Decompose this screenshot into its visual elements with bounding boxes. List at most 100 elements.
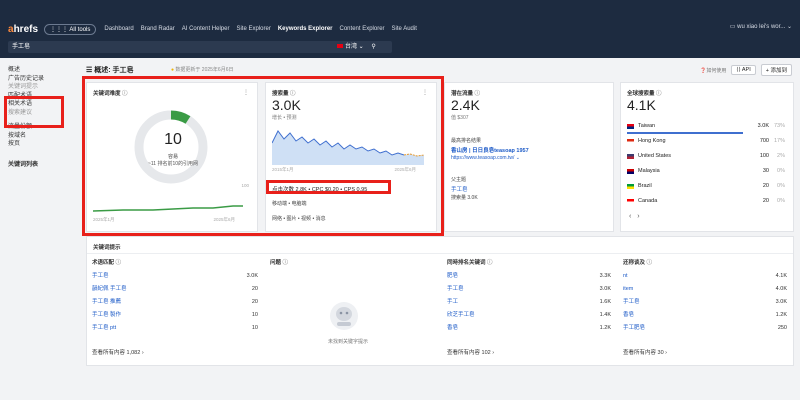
keyword-link[interactable]: item [623,283,633,295]
next-page-icon[interactable]: › [637,213,639,220]
keyword-row[interactable]: 肥皂 3.3K [447,270,611,282]
keyword-volume: 250 [777,325,787,331]
keyword-volume: 1.6K [599,299,611,305]
tp-top-site[interactable]: 香山房 | 日日良皂teasoap 1957 [451,146,529,154]
keyword-row[interactable]: 手工皂 ptt 10 [92,322,258,334]
keyword-link[interactable]: nt [623,270,628,282]
add-to-button[interactable]: + 添加到 [760,64,792,76]
questions-header: 问题 ⓘ [270,260,289,266]
sidebar-item-keyword-ideas[interactable]: 关键词提示 [8,83,80,92]
keyword-volume: 20 [251,299,258,305]
keyword-row[interactable]: nt 4.1K [623,270,787,282]
taiwan-flag-icon [337,44,343,48]
keyword-row[interactable]: 香皂 1.2K [447,322,611,334]
sidebar-item-keyword-lists[interactable]: 关键词列表 [8,161,80,170]
also-rank-more-link[interactable]: 查看所有内容 102 › [447,348,494,356]
ahrefs-logo[interactable]: ahrefs [8,24,38,35]
country-row[interactable]: Taiwan 3.0K 73% [627,121,785,135]
nav-site-explorer[interactable]: Site Explorer [236,26,270,32]
keyword-row[interactable]: 香皂 1.2K [623,309,787,321]
keyword-volume: 4.0K [775,286,787,292]
gv-pagination: ‹ › [629,213,640,220]
keyword-row[interactable]: item 4.0K [623,283,787,295]
country-name: Brazil [638,183,652,189]
tp-title: 潜在流量 ⓘ [451,91,481,97]
keyword-link[interactable]: 欣芝手工皂 [447,309,475,321]
keyword-row[interactable]: 手工皂 3.0K [623,296,787,308]
keyword-row[interactable]: 手工皂 推薦 20 [92,296,258,308]
ideas-title: 关键词提示 [93,245,121,251]
prev-page-icon[interactable]: ‹ [629,213,631,220]
all-tools-button[interactable]: ⋮⋮⋮ All tools [44,23,97,35]
keyword-link[interactable]: 手工皂 [447,283,464,295]
keyword-link[interactable]: 手工皂 [92,270,109,282]
keyword-row[interactable]: 手工 1.6K [447,296,611,308]
country-share-bar [627,132,743,134]
country-row[interactable]: Hong Kong 700 17% [627,136,785,150]
sidebar-item-by-domain[interactable]: 按域名 [8,132,80,141]
clicks-highlight-box [266,180,391,194]
sidebar-item-by-page[interactable]: 按页 [8,140,80,149]
keyword-volume: 3.0K [246,273,258,279]
nav-keywords-explorer[interactable]: Keywords Explorer [278,26,333,32]
country-row[interactable]: Malaysia 30 0% [627,166,785,180]
info-icon[interactable]: ⓘ [116,260,122,266]
keyword-row[interactable]: 手工肥皂 250 [623,322,787,334]
keyword-row[interactable]: 欣芝手工皂 1.4K [447,309,611,321]
search-input[interactable]: 手工皂 [8,41,392,53]
info-icon[interactable]: ⓘ [656,91,662,97]
keyword-link[interactable]: 手工 [447,296,458,308]
info-icon[interactable]: ⓘ [487,260,493,266]
sidebar-highlight-box [4,96,64,128]
keyword-volume: 3.3K [599,273,611,279]
keyword-volume: 20 [251,286,258,292]
nav-dashboard[interactable]: Dashboard [104,26,133,32]
country-row[interactable]: Canada 20 0% [627,196,785,210]
country-percent: 0% [777,168,785,174]
info-icon[interactable]: ⓘ [283,260,289,266]
keyword-link[interactable]: 手工皂 推薦 [92,296,121,308]
keyword-link[interactable]: 肥皂 [447,270,458,282]
keyword-link[interactable]: 手工皂 [623,296,640,308]
nav-brand-radar[interactable]: Brand Radar [141,26,175,32]
keyword-link[interactable]: 香皂 [623,309,634,321]
keyword-row[interactable]: 手工皂 3.0K [92,270,258,282]
global-volume-card: 全球搜索量 ⓘ 4.1K Taiwan 3.0K 73% Hong Kong 700 17… [620,82,794,232]
sidebar-item-ads-history[interactable]: 广告历史记录 [8,75,80,84]
keyword-link[interactable]: 手工肥皂 [623,322,645,334]
nav-ai-content-helper[interactable]: AI Content Helper [182,26,230,32]
tp-top-url[interactable]: https://www.teasoap.com.tw/ ⌄ [451,155,520,161]
grid-icon: ⋮⋮⋮ [50,26,70,33]
user-menu[interactable]: ▭ wu xiao lei's wor... ⌄ [730,23,792,30]
hk-flag-icon [627,139,634,144]
menu-icon[interactable]: ☰ [86,67,94,74]
tp-parent-topic[interactable]: 手工皂 [451,185,468,193]
keyword-row[interactable]: 手工皂 製作 10 [92,309,258,321]
search-icon[interactable]: ⚲ [371,44,375,50]
country-name: United States [638,153,672,159]
terms-more-link[interactable]: 查看所有内容 1,082 › [92,348,144,356]
nav-content-explorer[interactable]: Content Explorer [340,26,385,32]
keyword-link[interactable]: 香皂 [447,322,458,334]
gv-title: 全球搜索量 ⓘ [627,91,662,97]
nav-site-audit[interactable]: Site Audit [392,26,417,32]
country-row[interactable]: United States 100 2% [627,151,785,165]
keyword-row[interactable]: 韻紀佩 手工皂 20 [92,283,258,295]
keyword-row[interactable]: 手工皂 3.0K [447,283,611,295]
data-updated: ● 数据更新于 2025年6月6日 [171,67,234,73]
country-select[interactable]: 台湾 ⌄ ⚲ [337,41,376,53]
keyword-link[interactable]: 韻紀佩 手工皂 [92,283,127,295]
country-row[interactable]: Brazil 20 0% [627,181,785,195]
tp-parent-label: 父主题 [451,177,467,183]
country-percent: 17% [773,138,785,144]
keyword-link[interactable]: 手工皂 ptt [92,322,116,334]
keyword-volume: 3.0K [775,299,787,305]
country-name: Hong Kong [638,138,666,144]
api-button[interactable]: ⟨⟩ API [731,65,756,75]
keyword-link[interactable]: 手工皂 製作 [92,309,121,321]
also-talk-more-link[interactable]: 查看所有内容 30 › [623,348,667,356]
sidebar-item-overview[interactable]: 概述 [8,66,80,75]
info-icon[interactable]: ⓘ [647,260,653,266]
country-volume: 3.0K [757,123,769,129]
how-to-use-link[interactable]: ❓如何使用 [700,67,726,74]
